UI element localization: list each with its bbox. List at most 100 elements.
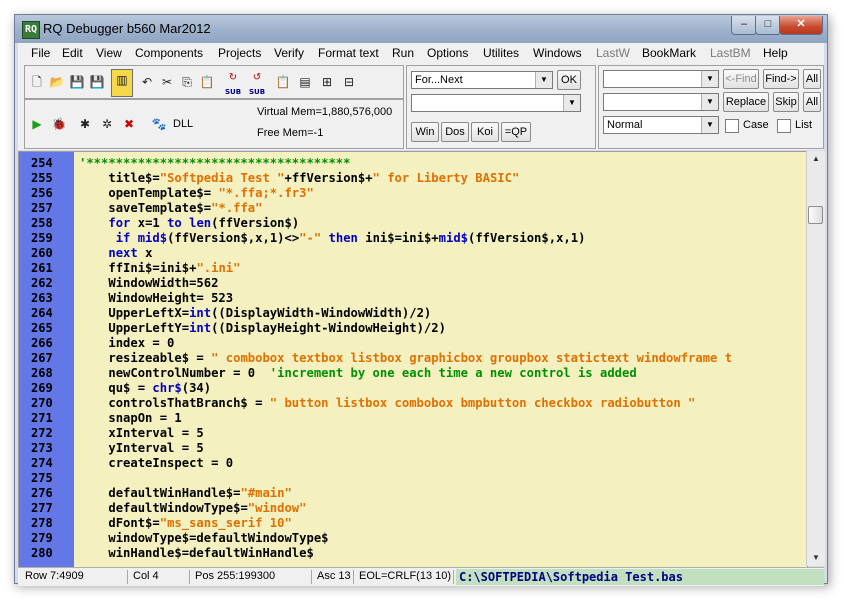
qp-button[interactable]: =QP bbox=[501, 122, 531, 142]
menu-run[interactable]: Run bbox=[392, 46, 414, 60]
code-line[interactable]: title$="Softpedia Test "+ffVersion$+" fo… bbox=[79, 171, 519, 186]
minimize-button[interactable]: – bbox=[731, 16, 757, 35]
replace-input[interactable]: ▼ bbox=[603, 93, 719, 111]
vertical-scrollbar[interactable]: ▲ ▼ bbox=[806, 151, 825, 566]
sub-label-1: SUB bbox=[224, 88, 242, 96]
code-line[interactable]: windowType$=defaultWindowType$ bbox=[79, 531, 328, 546]
code-line[interactable]: defaultWinHandle$="#main" bbox=[79, 486, 291, 501]
line-number: 255 bbox=[31, 171, 53, 185]
secondary-select[interactable]: ▼ bbox=[411, 94, 581, 112]
chevron-down-icon[interactable]: ▼ bbox=[535, 72, 552, 88]
scroll-up-icon[interactable]: ▲ bbox=[807, 151, 825, 167]
include-tree-icon[interactable]: ⊟ bbox=[339, 72, 359, 92]
code-line[interactable]: UpperLeftX=int((DisplayWidth-WindowWidth… bbox=[79, 306, 431, 321]
clipboard-list-icon[interactable]: 📋 bbox=[273, 72, 293, 92]
title-bar[interactable]: RQ RQ Debugger b560 Mar2012 – □ ✕ bbox=[15, 15, 827, 43]
find-all-button[interactable]: All bbox=[803, 69, 821, 89]
menu-bookmark[interactable]: BookMark bbox=[642, 46, 696, 60]
code-line[interactable]: WindowWidth=562 bbox=[79, 276, 218, 291]
cut-icon[interactable]: ✂ bbox=[157, 72, 177, 92]
win-button[interactable]: Win bbox=[411, 122, 439, 142]
koi-button[interactable]: Koi bbox=[471, 122, 499, 142]
code-line[interactable]: saveTemplate$="*.ffa" bbox=[79, 201, 262, 216]
chevron-down-icon[interactable]: ▼ bbox=[563, 95, 580, 111]
line-number: 277 bbox=[31, 501, 53, 515]
code-line[interactable]: if mid$(ffVersion$,x,1)<>"-" then ini$=i… bbox=[79, 231, 586, 246]
list-label: List bbox=[795, 119, 813, 131]
code-line[interactable]: dFont$="ms_sans_serif 10" bbox=[79, 516, 291, 531]
code-line[interactable]: controlsThatBranch$ = " button listbox c… bbox=[79, 396, 695, 411]
code-line[interactable]: '************************************ bbox=[79, 156, 351, 171]
add-breakpoint-icon[interactable]: ✱ bbox=[75, 114, 95, 134]
code-line[interactable]: for x=1 to len(ffVersion$) bbox=[79, 216, 299, 231]
paste-icon[interactable]: 📋 bbox=[197, 72, 217, 92]
dll-icon[interactable]: 🐾 bbox=[149, 114, 169, 134]
code-line[interactable]: WindowHeight= 523 bbox=[79, 291, 233, 306]
menu-format-text[interactable]: Format text bbox=[318, 46, 379, 60]
list-checkbox[interactable] bbox=[777, 119, 791, 133]
case-checkbox[interactable] bbox=[725, 119, 739, 133]
menu-view[interactable]: View bbox=[96, 46, 122, 60]
debug-bug-icon[interactable]: 🐞 bbox=[49, 114, 69, 134]
menu-utilites[interactable]: Utilites bbox=[483, 46, 519, 60]
menu-verify[interactable]: Verify bbox=[274, 46, 304, 60]
chevron-down-icon[interactable]: ▼ bbox=[701, 94, 718, 110]
scroll-thumb[interactable] bbox=[808, 206, 823, 224]
sub-list-icon[interactable]: ↻ SUB bbox=[223, 70, 243, 96]
menu-projects[interactable]: Projects bbox=[218, 46, 261, 60]
replace-all-button[interactable]: All bbox=[803, 92, 821, 112]
chevron-down-icon[interactable]: ▼ bbox=[701, 117, 718, 133]
code-line[interactable]: snapOn = 1 bbox=[79, 411, 181, 426]
menu-help[interactable]: Help bbox=[763, 46, 788, 60]
code-editor[interactable]: 254 '************************************… bbox=[18, 151, 808, 568]
project-icon[interactable]: ▥ bbox=[111, 69, 133, 97]
loop-template-select[interactable]: For...Next ▼ bbox=[411, 71, 553, 89]
maximize-button[interactable]: □ bbox=[755, 16, 781, 35]
chevron-down-icon[interactable]: ▼ bbox=[701, 71, 718, 87]
code-line[interactable]: ffIni$=ini$+".ini" bbox=[79, 261, 240, 276]
menu-options[interactable]: Options bbox=[427, 46, 468, 60]
open-folder-icon[interactable]: 📂 bbox=[47, 72, 67, 92]
code-line[interactable]: index = 0 bbox=[79, 336, 174, 351]
clear-breakpoints-icon[interactable]: ✖ bbox=[119, 114, 139, 134]
code-line[interactable]: UpperLeftY=int((DisplayHeight-WindowHeig… bbox=[79, 321, 446, 336]
scroll-down-icon[interactable]: ▼ bbox=[807, 550, 825, 566]
find-next-button[interactable]: Find-> bbox=[763, 69, 799, 89]
remove-breakpoint-icon[interactable]: ✲ bbox=[97, 114, 117, 134]
code-line[interactable]: yInterval = 5 bbox=[79, 441, 203, 456]
code-line[interactable]: winHandle$=defaultWinHandle$ bbox=[79, 546, 313, 561]
code-line[interactable]: newControlNumber = 0 'increment by one e… bbox=[79, 366, 636, 381]
menu-lastw[interactable]: LastW bbox=[596, 46, 630, 60]
close-button[interactable]: ✕ bbox=[779, 16, 823, 35]
menu-edit[interactable]: Edit bbox=[62, 46, 83, 60]
skip-button[interactable]: Skip bbox=[773, 92, 799, 112]
menu-file[interactable]: File bbox=[31, 46, 50, 60]
menu-windows[interactable]: Windows bbox=[533, 46, 582, 60]
undo-icon[interactable]: ↶ bbox=[137, 72, 157, 92]
new-file-icon[interactable]: 🗋 bbox=[27, 72, 47, 92]
menu-lastbm[interactable]: LastBM bbox=[710, 46, 751, 60]
form-layout-icon[interactable]: ▤ bbox=[295, 72, 315, 92]
code-line[interactable]: defaultWindowType$="window" bbox=[79, 501, 306, 516]
find-input[interactable]: ▼ bbox=[603, 70, 719, 88]
save-bas-icon[interactable]: 💾 bbox=[87, 72, 107, 92]
save-hex-icon[interactable]: 💾 bbox=[67, 72, 87, 92]
code-line[interactable]: resizeable$ = " combobox textbox listbox… bbox=[79, 351, 732, 366]
sub-add-icon[interactable]: ↺ SUB bbox=[247, 70, 267, 96]
code-line[interactable]: xInterval = 5 bbox=[79, 426, 203, 441]
code-line[interactable]: qu$ = chr$(34) bbox=[79, 381, 211, 396]
copy-icon[interactable]: ⎘ bbox=[177, 72, 197, 92]
menu-components[interactable]: Components bbox=[135, 46, 203, 60]
code-line[interactable]: next x bbox=[79, 246, 152, 261]
ok-button[interactable]: OK bbox=[557, 70, 581, 90]
code-line[interactable]: openTemplate$= "*.ffa;*.fr3" bbox=[79, 186, 313, 201]
run-icon[interactable]: ▶ bbox=[27, 114, 47, 134]
search-mode-select[interactable]: Normal ▼ bbox=[603, 116, 719, 134]
find-prev-button[interactable]: <-Find bbox=[723, 69, 759, 89]
status-asc: Asc 13 bbox=[314, 570, 354, 584]
line-number: 274 bbox=[31, 456, 53, 470]
replace-button[interactable]: Replace bbox=[723, 92, 769, 112]
code-line[interactable]: createInspect = 0 bbox=[79, 456, 233, 471]
dos-button[interactable]: Dos bbox=[441, 122, 469, 142]
object-tree-icon[interactable]: ⊞ bbox=[317, 72, 337, 92]
